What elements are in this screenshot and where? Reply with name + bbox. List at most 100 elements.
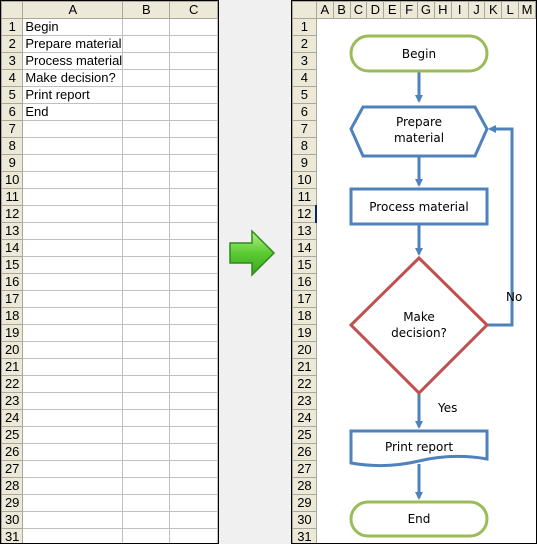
column-header-c[interactable]: C bbox=[349, 1, 368, 19]
cell[interactable] bbox=[502, 104, 519, 121]
cell[interactable] bbox=[434, 206, 451, 223]
cell-b29[interactable] bbox=[122, 494, 171, 512]
cell-c4[interactable] bbox=[169, 69, 218, 87]
cell[interactable] bbox=[384, 223, 401, 240]
cell-b23[interactable] bbox=[122, 392, 171, 410]
column-header-g[interactable]: G bbox=[417, 1, 435, 19]
cell[interactable] bbox=[502, 359, 519, 376]
cell[interactable] bbox=[451, 240, 468, 257]
cell[interactable] bbox=[350, 19, 367, 36]
cell[interactable] bbox=[502, 223, 519, 240]
cell-b6[interactable] bbox=[122, 103, 171, 121]
cell[interactable] bbox=[333, 240, 350, 257]
cell[interactable] bbox=[434, 376, 451, 393]
row-header[interactable]: 22 bbox=[292, 375, 317, 393]
cell-c1[interactable] bbox=[169, 18, 218, 36]
column-header-i[interactable]: I bbox=[450, 1, 469, 19]
cell[interactable] bbox=[316, 342, 333, 359]
cell[interactable] bbox=[468, 495, 485, 512]
cell-c14[interactable] bbox=[169, 239, 218, 257]
row-header[interactable]: 16 bbox=[1, 273, 24, 291]
cell-c5[interactable] bbox=[169, 86, 218, 104]
cell[interactable] bbox=[333, 461, 350, 478]
row-header[interactable]: 30 bbox=[292, 511, 317, 529]
cell-a28[interactable] bbox=[22, 477, 124, 495]
cell[interactable] bbox=[502, 138, 519, 155]
cell[interactable] bbox=[485, 155, 502, 172]
cell[interactable] bbox=[367, 461, 384, 478]
cell[interactable] bbox=[485, 223, 502, 240]
cell-a27[interactable] bbox=[22, 460, 124, 478]
cell[interactable] bbox=[451, 376, 468, 393]
cell[interactable] bbox=[519, 512, 536, 529]
cell[interactable] bbox=[350, 155, 367, 172]
cell[interactable] bbox=[485, 478, 502, 495]
cell[interactable] bbox=[333, 223, 350, 240]
cell[interactable] bbox=[468, 308, 485, 325]
cell[interactable] bbox=[485, 393, 502, 410]
cell[interactable] bbox=[451, 19, 468, 36]
cell[interactable] bbox=[418, 291, 435, 308]
cell[interactable] bbox=[384, 512, 401, 529]
cell[interactable] bbox=[519, 104, 536, 121]
row-header[interactable]: 28 bbox=[1, 477, 24, 495]
row-header[interactable]: 29 bbox=[1, 494, 24, 512]
cell[interactable] bbox=[333, 155, 350, 172]
cell[interactable] bbox=[384, 342, 401, 359]
cell-c24[interactable] bbox=[169, 409, 218, 427]
row-header[interactable]: 24 bbox=[1, 409, 24, 427]
cell[interactable] bbox=[401, 70, 418, 87]
cell[interactable] bbox=[333, 70, 350, 87]
column-header-e[interactable]: E bbox=[383, 1, 402, 19]
cell-c26[interactable] bbox=[169, 443, 218, 461]
row-header[interactable]: 14 bbox=[292, 239, 317, 257]
cell[interactable] bbox=[434, 529, 451, 544]
cell[interactable] bbox=[350, 342, 367, 359]
cell[interactable] bbox=[519, 223, 536, 240]
cell[interactable] bbox=[384, 444, 401, 461]
cell-a2[interactable]: Prepare material bbox=[22, 35, 124, 53]
cell[interactable] bbox=[333, 291, 350, 308]
cell-a7[interactable] bbox=[22, 120, 124, 138]
cell[interactable] bbox=[434, 393, 451, 410]
select-all-corner[interactable] bbox=[1, 1, 24, 19]
cell[interactable] bbox=[367, 36, 384, 53]
cell[interactable] bbox=[316, 53, 333, 70]
cell-b20[interactable] bbox=[122, 341, 171, 359]
cell[interactable] bbox=[434, 36, 451, 53]
cell[interactable] bbox=[333, 87, 350, 104]
cell[interactable] bbox=[316, 189, 333, 206]
cell[interactable] bbox=[401, 104, 418, 121]
cell[interactable] bbox=[485, 291, 502, 308]
row-header[interactable]: 20 bbox=[1, 341, 24, 359]
cell[interactable] bbox=[333, 410, 350, 427]
cell[interactable] bbox=[519, 274, 536, 291]
cell[interactable] bbox=[316, 393, 333, 410]
cell[interactable] bbox=[519, 257, 536, 274]
cell[interactable] bbox=[367, 240, 384, 257]
cell[interactable] bbox=[434, 87, 451, 104]
cell-a29[interactable] bbox=[22, 494, 124, 512]
cell[interactable] bbox=[350, 189, 367, 206]
cell[interactable] bbox=[418, 155, 435, 172]
cell[interactable] bbox=[502, 512, 519, 529]
cell[interactable] bbox=[451, 189, 468, 206]
cell[interactable] bbox=[401, 138, 418, 155]
row-header[interactable]: 11 bbox=[1, 188, 24, 206]
cell[interactable] bbox=[519, 461, 536, 478]
row-header[interactable]: 27 bbox=[292, 460, 317, 478]
row-header[interactable]: 13 bbox=[1, 222, 24, 240]
cell-c18[interactable] bbox=[169, 307, 218, 325]
cell-b30[interactable] bbox=[122, 511, 171, 529]
cell[interactable] bbox=[434, 121, 451, 138]
cell[interactable] bbox=[350, 393, 367, 410]
cell-a1[interactable]: Begin bbox=[22, 18, 124, 36]
cell[interactable] bbox=[350, 121, 367, 138]
cell-c6[interactable] bbox=[169, 103, 218, 121]
cell[interactable] bbox=[468, 70, 485, 87]
cell[interactable] bbox=[468, 376, 485, 393]
cell-b22[interactable] bbox=[122, 375, 171, 393]
cell[interactable] bbox=[519, 172, 536, 189]
cell-a21[interactable] bbox=[22, 358, 124, 376]
cell-b26[interactable] bbox=[122, 443, 171, 461]
